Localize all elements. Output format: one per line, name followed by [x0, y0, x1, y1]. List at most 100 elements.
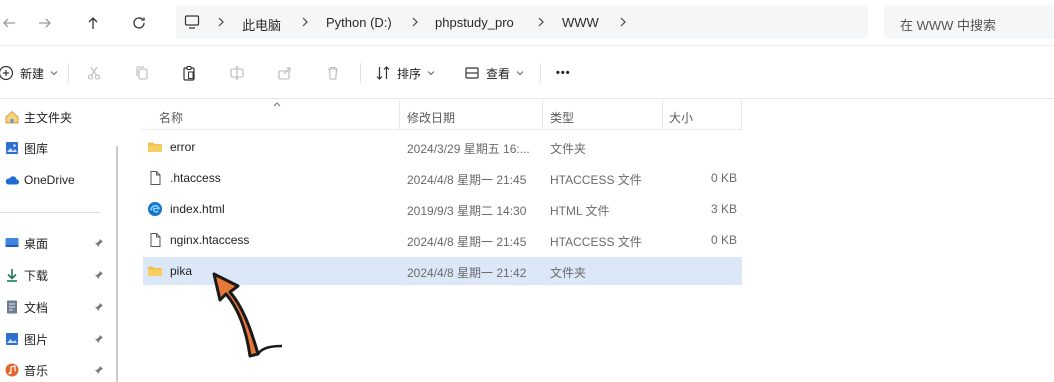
back-button[interactable]: [0, 10, 22, 36]
sort-ascending-icon: [273, 102, 281, 107]
search-placeholder: 在 WWW 中搜索: [900, 18, 997, 33]
file-type: HTACCESS 文件: [550, 235, 642, 249]
breadcrumb-item-phpstudy[interactable]: phpstudy_pro: [435, 15, 514, 30]
pictures-icon: [6, 333, 18, 345]
folder-icon: [148, 266, 162, 276]
column-divider[interactable]: [662, 100, 663, 130]
file-row-htaccess[interactable]: .htaccess 2024/4/8 星期一 21:45 HTACCESS 文件…: [143, 164, 742, 192]
sidebar-item-music[interactable]: 音乐: [0, 357, 118, 382]
trash-icon: [328, 66, 338, 80]
navigation-pane: 主文件夹 图库 OneDrive 桌面 下载 文档 图片 音乐: [0, 100, 118, 382]
chevron-right-icon: [620, 17, 626, 27]
cut-button[interactable]: [86, 62, 102, 84]
sidebar-item-label: 图库: [24, 141, 49, 156]
column-divider[interactable]: [741, 100, 742, 130]
view-label: 查看: [486, 66, 511, 81]
file-type: 文件夹: [550, 266, 587, 280]
sidebar-item-label: 桌面: [24, 236, 49, 251]
file-size: 0 KB: [710, 233, 737, 247]
pin-icon[interactable]: [94, 365, 104, 375]
file-type: 文件夹: [550, 142, 587, 156]
cloud-icon: [5, 176, 19, 185]
document-icon: [7, 300, 17, 314]
chevron-right-icon: [218, 17, 224, 27]
pin-icon[interactable]: [94, 270, 104, 280]
share-button[interactable]: [277, 62, 293, 84]
column-divider[interactable]: [399, 100, 400, 130]
delete-button[interactable]: [325, 62, 341, 84]
new-button[interactable]: 新建: [0, 62, 58, 84]
pin-icon[interactable]: [94, 302, 104, 312]
share-icon: [278, 67, 291, 80]
up-arrow-icon: [88, 17, 98, 29]
sidebar-item-onedrive[interactable]: OneDrive: [0, 167, 118, 193]
sidebar-item-gallery[interactable]: 图库: [0, 135, 118, 161]
column-divider[interactable]: [542, 100, 543, 130]
sort-label: 排序: [397, 66, 422, 81]
file-icon: [150, 171, 161, 185]
more-icon: •••: [556, 67, 571, 79]
file-name: nginx.htaccess: [170, 233, 250, 247]
sort-icon: [376, 66, 390, 80]
copy-button[interactable]: [134, 62, 150, 84]
paste-button[interactable]: [181, 62, 197, 84]
file-row-error[interactable]: error 2024/3/29 星期五 16:... 文件夹: [143, 133, 742, 161]
sidebar-item-downloads[interactable]: 下载: [0, 262, 118, 288]
breadcrumb-item-www[interactable]: WWW: [562, 15, 599, 30]
more-options-button[interactable]: •••: [556, 62, 571, 84]
pin-icon[interactable]: [94, 238, 104, 248]
file-date: 2024/4/8 星期一 21:42: [407, 266, 527, 280]
sidebar-item-documents[interactable]: 文档: [0, 294, 118, 320]
column-header-type[interactable]: 类型: [550, 109, 574, 126]
sidebar-item-pictures[interactable]: 图片: [0, 326, 118, 352]
refresh-button[interactable]: [126, 10, 152, 36]
home-icon: [5, 110, 19, 124]
sidebar-item-home[interactable]: 主文件夹: [0, 104, 118, 130]
view-button[interactable]: 查看: [464, 62, 524, 84]
desktop-icon: [5, 238, 19, 247]
sort-button[interactable]: 排序: [375, 62, 435, 84]
file-size: 0 KB: [710, 171, 737, 185]
column-header-name[interactable]: 名称: [159, 109, 183, 126]
file-row-index-html[interactable]: index.html 2019/9/3 星期二 14:30 HTML 文件 3 …: [143, 195, 742, 223]
column-header-date[interactable]: 修改日期: [407, 109, 455, 126]
column-header-size[interactable]: 大小: [669, 109, 693, 126]
folder-icon: [148, 142, 162, 152]
edge-icon: [148, 202, 162, 216]
forward-arrow-icon: [39, 18, 51, 28]
view-list-icon: [465, 67, 479, 79]
rename-button[interactable]: [229, 62, 245, 84]
sidebar-item-label: 文档: [24, 300, 49, 315]
plus-circle-icon: [0, 65, 14, 81]
breadcrumb[interactable]: 此电脑 Python (D:) phpstudy_pro WWW: [176, 5, 868, 39]
toolbar-divider: [360, 63, 361, 83]
back-arrow-icon: [3, 18, 15, 28]
up-button[interactable]: [80, 10, 106, 36]
file-size: 3 KB: [710, 202, 737, 216]
this-pc-icon: [184, 15, 200, 29]
file-date: 2024/3/29 星期五 16:...: [407, 142, 530, 156]
chevron-right-icon: [302, 17, 308, 27]
column-header-row: 名称 修改日期 类型 大小: [140, 100, 742, 130]
file-row-nginx-htaccess[interactable]: nginx.htaccess 2024/4/8 星期一 21:45 HTACCE…: [143, 226, 742, 254]
forward-button[interactable]: [32, 10, 58, 36]
sidebar-item-desktop[interactable]: 桌面: [0, 230, 118, 256]
pin-icon[interactable]: [94, 334, 104, 344]
file-name: error: [170, 140, 196, 154]
gallery-icon: [6, 142, 18, 154]
refresh-icon: [133, 17, 145, 29]
rename-icon: [230, 66, 244, 80]
chevron-down-icon: [427, 71, 435, 76]
search-input[interactable]: 在 WWW 中搜索: [884, 5, 1054, 39]
breadcrumb-item-drive[interactable]: Python (D:): [326, 15, 392, 30]
sidebar-item-label: 主文件夹: [24, 110, 73, 125]
breadcrumb-item-this-pc[interactable]: 此电脑: [242, 15, 281, 34]
file-name: pika: [170, 264, 193, 278]
new-label: 新建: [20, 66, 45, 81]
sidebar-scrollbar[interactable]: [116, 146, 118, 382]
sidebar-item-label: 下载: [24, 268, 49, 283]
file-name: .htaccess: [170, 171, 221, 185]
copy-icon: [136, 66, 148, 80]
sidebar-item-label: OneDrive: [24, 173, 75, 187]
file-icon: [150, 233, 161, 247]
